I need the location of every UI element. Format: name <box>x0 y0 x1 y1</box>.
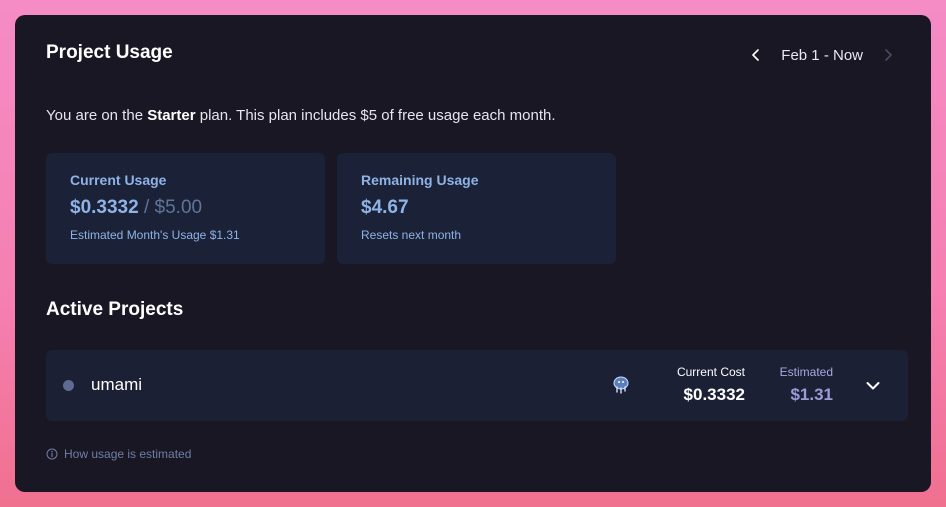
plan-name: Starter <box>147 107 196 124</box>
postgres-icon <box>613 376 629 394</box>
current-cost-value: $0.3332 <box>683 385 745 404</box>
chevron-down-icon <box>866 382 880 390</box>
active-projects-title: Active Projects <box>46 299 184 320</box>
current-usage-card: Current Usage $0.3332 / $5.00 Estimated … <box>46 153 325 264</box>
plan-description: You are on the Starter plan. This plan i… <box>46 107 556 124</box>
project-status-dot <box>63 380 74 391</box>
usage-separator: / <box>138 197 155 218</box>
project-name: umami <box>91 375 143 394</box>
estimated-cost: Estimated $1.31 <box>780 365 833 405</box>
plan-prefix: You are on the <box>46 107 148 124</box>
current-usage-amount: $0.3332 <box>70 197 139 218</box>
previous-period-button[interactable] <box>745 44 767 66</box>
estimated-month-usage: Estimated Month's Usage $1.31 <box>70 228 240 242</box>
estimated-cost-value: $1.31 <box>790 385 833 404</box>
usage-card: Project Usage Feb 1 - Now You are on the… <box>15 15 931 492</box>
plan-suffix: plan. This plan includes $5 of free usag… <box>195 107 556 124</box>
usage-limit: $5.00 <box>154 197 203 218</box>
remaining-usage-label: Remaining Usage <box>361 172 479 188</box>
date-range-nav: Feb 1 - Now <box>745 44 899 66</box>
remaining-usage-card: Remaining Usage $4.67 Resets next month <box>337 153 616 264</box>
current-cost: Current Cost $0.3332 <box>677 365 745 405</box>
next-period-button[interactable] <box>877 44 899 66</box>
project-row[interactable]: umami Current Cost $0.3332 Estimated $1.… <box>46 350 908 421</box>
help-link-label: How usage is estimated <box>64 447 192 461</box>
current-usage-value: $0.3332 / $5.00 <box>70 197 301 219</box>
info-icon <box>46 448 58 460</box>
reset-note: Resets next month <box>361 228 462 242</box>
estimated-cost-label: Estimated <box>779 365 833 379</box>
chevron-right-icon <box>885 49 892 61</box>
current-cost-label: Current Cost <box>676 365 745 379</box>
chevron-left-icon <box>752 49 760 61</box>
page-title: Project Usage <box>46 42 173 63</box>
expand-project-button[interactable] <box>862 375 884 397</box>
date-range-label: Feb 1 - Now <box>781 46 863 64</box>
current-usage-label: Current Usage <box>70 172 167 188</box>
remaining-usage-value: $4.67 <box>361 197 409 218</box>
usage-estimate-help-link[interactable]: How usage is estimated <box>46 447 191 461</box>
